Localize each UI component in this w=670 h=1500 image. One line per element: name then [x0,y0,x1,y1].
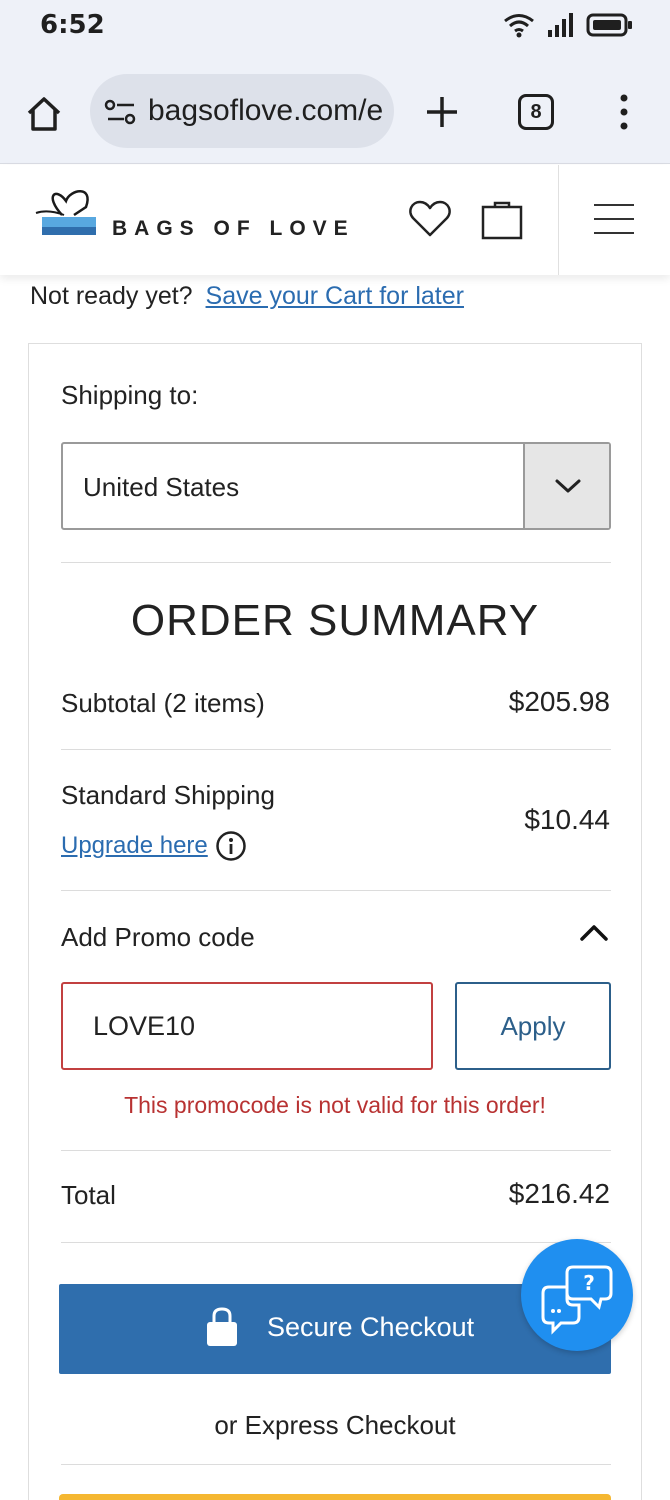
divider [61,749,611,750]
standard-shipping-label: Standard Shipping [61,780,275,810]
new-tab-icon[interactable] [424,94,460,130]
site-header: BAGS OF LOVE [0,165,670,275]
country-select[interactable]: United States [61,442,611,530]
status-bar: 6:52 [0,0,670,52]
tab-switcher-button[interactable]: 8 [518,94,554,130]
wishlist-heart-icon[interactable] [408,199,452,239]
shipping-to-label: Shipping to: [61,380,199,410]
bags-of-love-logo-icon[interactable] [34,185,114,245]
divider [61,890,611,891]
more-options-icon[interactable] [612,92,636,132]
total-value: $216.42 [508,1178,610,1209]
info-icon[interactable] [215,830,247,862]
apply-promo-button[interactable]: Apply [455,982,611,1070]
divider [61,1464,611,1465]
signal-icon [548,13,573,37]
subtotal-label: Subtotal (2 items) [61,688,265,718]
svg-text:?: ? [583,1271,595,1295]
subtotal-value: $205.98 [508,686,610,717]
secure-checkout-label: Secure Checkout [267,1312,475,1342]
wifi-icon [504,14,534,38]
country-select-toggle[interactable] [523,444,609,528]
shopping-bag-icon[interactable] [480,199,524,241]
brand-name[interactable]: BAGS OF LOVE [112,217,355,241]
promo-code-input[interactable] [61,982,433,1070]
total-label: Total [61,1180,116,1210]
browser-toolbar: bagsoflove.com/e 8 [0,52,670,164]
address-bar[interactable]: bagsoflove.com/e [90,74,394,148]
chat-bubbles-icon: ? [541,1265,613,1335]
divider [61,1150,611,1151]
home-icon[interactable] [24,94,64,134]
battery-icon [586,13,632,37]
site-settings-icon[interactable] [104,98,138,126]
country-selected-value: United States [83,472,240,502]
paypal-express-button[interactable] [59,1494,611,1500]
express-checkout-label: or Express Checkout [214,1410,456,1440]
save-cart-line: Not ready yet? Save your Cart for later [30,282,464,311]
lock-icon [207,1307,237,1346]
order-summary-title: ORDER SUMMARY [130,596,540,645]
hamburger-menu-icon[interactable] [592,201,636,237]
add-promo-label[interactable]: Add Promo code [61,922,255,953]
promo-error-message: This promocode is not valid for this ord… [124,1092,546,1118]
url-text: bagsoflove.com/e [148,94,384,127]
chevron-up-icon[interactable] [577,922,611,944]
save-cart-prefix: Not ready yet? [30,282,193,310]
shipping-value: $10.44 [524,804,610,835]
status-icons [502,12,634,38]
divider [61,562,611,563]
status-time: 6:52 [40,10,105,40]
chat-support-button[interactable]: ? [521,1239,633,1351]
save-cart-link[interactable]: Save your Cart for later [206,282,464,310]
header-divider [558,165,559,275]
chevron-down-icon [555,479,581,493]
upgrade-shipping-link[interactable]: Upgrade here [61,832,208,860]
